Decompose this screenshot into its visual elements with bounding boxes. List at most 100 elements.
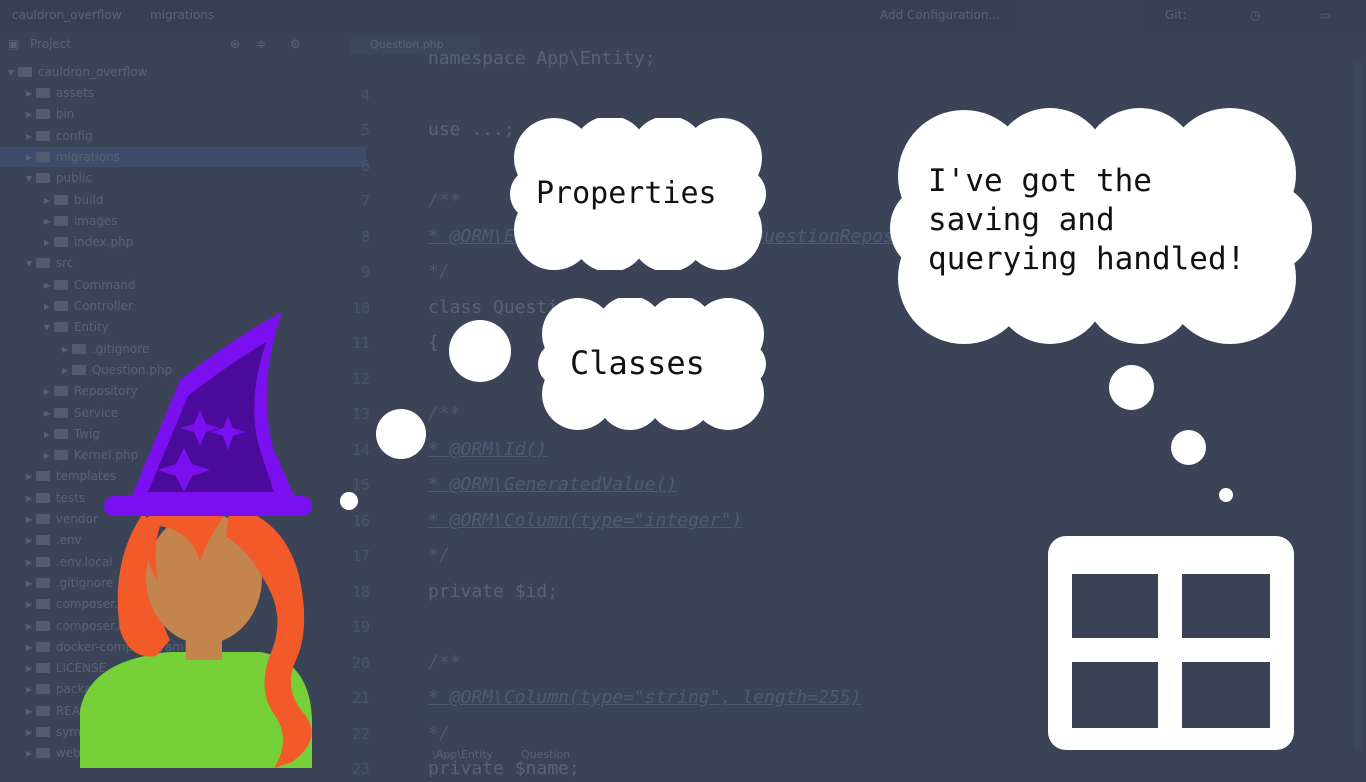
tree-item[interactable]: ▸ build <box>44 190 103 210</box>
code-line[interactable]: 14 * @ORM\Id() <box>340 439 1366 463</box>
chevron-down-icon[interactable]: ▾ <box>26 171 36 185</box>
title-breadcrumb[interactable]: migrations <box>150 8 214 22</box>
tree-item[interactable]: ▸ images <box>44 211 117 231</box>
breadcrumb-item[interactable]: \App\Entity <box>432 748 493 761</box>
folder-icon <box>35 748 50 759</box>
window-icon[interactable]: ▭ <box>1320 8 1331 22</box>
chevron-right-icon[interactable]: ▸ <box>26 704 36 718</box>
speech-dot-medium <box>1171 430 1206 465</box>
chevron-right-icon[interactable]: ▸ <box>26 746 36 760</box>
speech-line-1: I've got the <box>928 163 1152 199</box>
chevron-right-icon[interactable]: ▸ <box>26 555 36 569</box>
gear-icon[interactable]: ⚙ <box>290 37 301 51</box>
git-label: Git: <box>1165 8 1187 22</box>
code-line[interactable]: 13 /** <box>340 403 1366 427</box>
folder-icon <box>35 599 50 610</box>
tree-item[interactable]: ▸ migrations <box>0 146 366 167</box>
chevron-right-icon[interactable]: ▸ <box>44 384 54 398</box>
collapse-icon[interactable]: ≑ <box>256 37 266 51</box>
chevron-right-icon[interactable]: ▸ <box>26 491 36 505</box>
folder-icon <box>35 258 50 269</box>
tree-item-label: Command <box>73 277 136 292</box>
project-panel-title[interactable]: Project <box>30 37 71 51</box>
tree-item-label: index.php <box>73 235 134 250</box>
tree-item-label: public <box>55 171 92 186</box>
chevron-right-icon[interactable]: ▸ <box>44 427 54 441</box>
cloud-label-classes: Classes <box>570 344 705 382</box>
line-text: /** <box>428 651 461 673</box>
chevron-right-icon[interactable]: ▸ <box>26 640 36 654</box>
folder-icon <box>17 67 32 77</box>
chevron-right-icon[interactable]: ▸ <box>44 235 54 249</box>
chevron-right-icon[interactable]: ▸ <box>26 682 36 696</box>
code-line[interactable]: 23 private $name; <box>340 758 1366 782</box>
chevron-right-icon[interactable]: ▸ <box>26 533 36 547</box>
code-line[interactable]: 16 * @ORM\Column(type="integer") <box>340 510 1366 534</box>
chevron-right-icon[interactable]: ▸ <box>44 448 54 462</box>
tree-item-label: src <box>55 256 74 271</box>
chevron-right-icon[interactable]: ▸ <box>44 193 54 207</box>
tree-root[interactable]: ▾ cauldron_overflow <box>8 62 147 82</box>
tree-item[interactable]: ▸ bin <box>26 104 74 124</box>
code-line[interactable]: 4 <box>340 84 1366 108</box>
chevron-down-icon[interactable]: ▾ <box>44 320 54 334</box>
chevron-right-icon[interactable]: ▸ <box>26 150 36 164</box>
tree-item[interactable]: ▾ src <box>26 253 73 273</box>
folder-icon <box>35 577 50 588</box>
chevron-right-icon[interactable]: ▸ <box>26 512 36 526</box>
window-title: cauldron_overflow <box>12 8 122 22</box>
editor-scrollbar[interactable] <box>1354 60 1362 750</box>
project-panel-icon: ▣ <box>8 37 20 51</box>
chevron-right-icon[interactable]: ▸ <box>44 299 54 313</box>
chevron-down-icon: ▾ <box>8 65 18 79</box>
breadcrumb-item[interactable]: Question <box>521 748 570 761</box>
chevron-right-icon[interactable]: ▸ <box>44 278 54 292</box>
tree-item[interactable]: ▸ index.php <box>44 232 133 252</box>
chevron-right-icon[interactable]: ▸ <box>26 661 36 675</box>
tree-item[interactable]: ▸ config <box>26 126 93 146</box>
chevron-right-icon[interactable]: ▸ <box>26 469 36 483</box>
line-number: 9 <box>360 263 370 281</box>
code-line[interactable]: namespace App\Entity; <box>340 48 1366 72</box>
speech-dot-large <box>1109 365 1154 410</box>
line-number: 8 <box>360 227 370 246</box>
line-text: { <box>428 332 439 353</box>
folder-icon <box>35 535 50 546</box>
folder-icon <box>35 109 50 120</box>
folder-icon <box>53 194 68 205</box>
chevron-right-icon[interactable]: ▸ <box>44 214 54 228</box>
line-text: use ...; <box>428 119 515 140</box>
line-text: private $id; <box>428 580 559 602</box>
folder-icon <box>35 88 50 98</box>
run-config-button[interactable]: Add Configuration... <box>880 8 1000 22</box>
folder-icon <box>35 705 50 716</box>
chevron-right-icon[interactable]: ▸ <box>26 619 36 633</box>
tree-item[interactable]: ▸ Command <box>44 275 136 295</box>
speech-text: I've got the saving and querying handled… <box>928 162 1245 279</box>
clock-icon[interactable]: ◷ <box>1250 8 1260 22</box>
chevron-right-icon[interactable]: ▸ <box>26 86 36 100</box>
folder-icon <box>35 641 50 652</box>
tree-item[interactable]: ▾ public <box>26 168 92 188</box>
tree-item-label: migrations <box>55 149 121 164</box>
chevron-down-icon[interactable]: ▾ <box>26 256 36 270</box>
line-text: */ <box>428 545 450 566</box>
code-line[interactable]: 15 * @ORM\GeneratedValue() <box>340 474 1366 498</box>
locate-icon[interactable]: ⊕ <box>230 37 240 51</box>
folder-icon <box>35 514 50 524</box>
chevron-right-icon[interactable]: ▸ <box>26 107 36 121</box>
folder-icon <box>35 471 50 482</box>
tree-item-label: build <box>73 192 104 207</box>
chevron-right-icon[interactable]: ▸ <box>26 129 36 143</box>
chevron-right-icon[interactable]: ▸ <box>26 597 36 611</box>
chevron-right-icon[interactable]: ▸ <box>26 725 36 739</box>
chevron-right-icon[interactable]: ▸ <box>44 406 54 420</box>
editor-breadcrumbs: \App\Entity Question <box>432 748 598 761</box>
folder-icon <box>35 151 50 162</box>
tree-item-label: config <box>55 128 93 143</box>
tree-item[interactable]: ▸ assets <box>26 83 94 103</box>
tree-item-label: assets <box>55 86 95 100</box>
thought-dot-medium <box>376 409 426 459</box>
line-text: private $name; <box>428 758 580 779</box>
chevron-right-icon[interactable]: ▸ <box>26 576 36 590</box>
